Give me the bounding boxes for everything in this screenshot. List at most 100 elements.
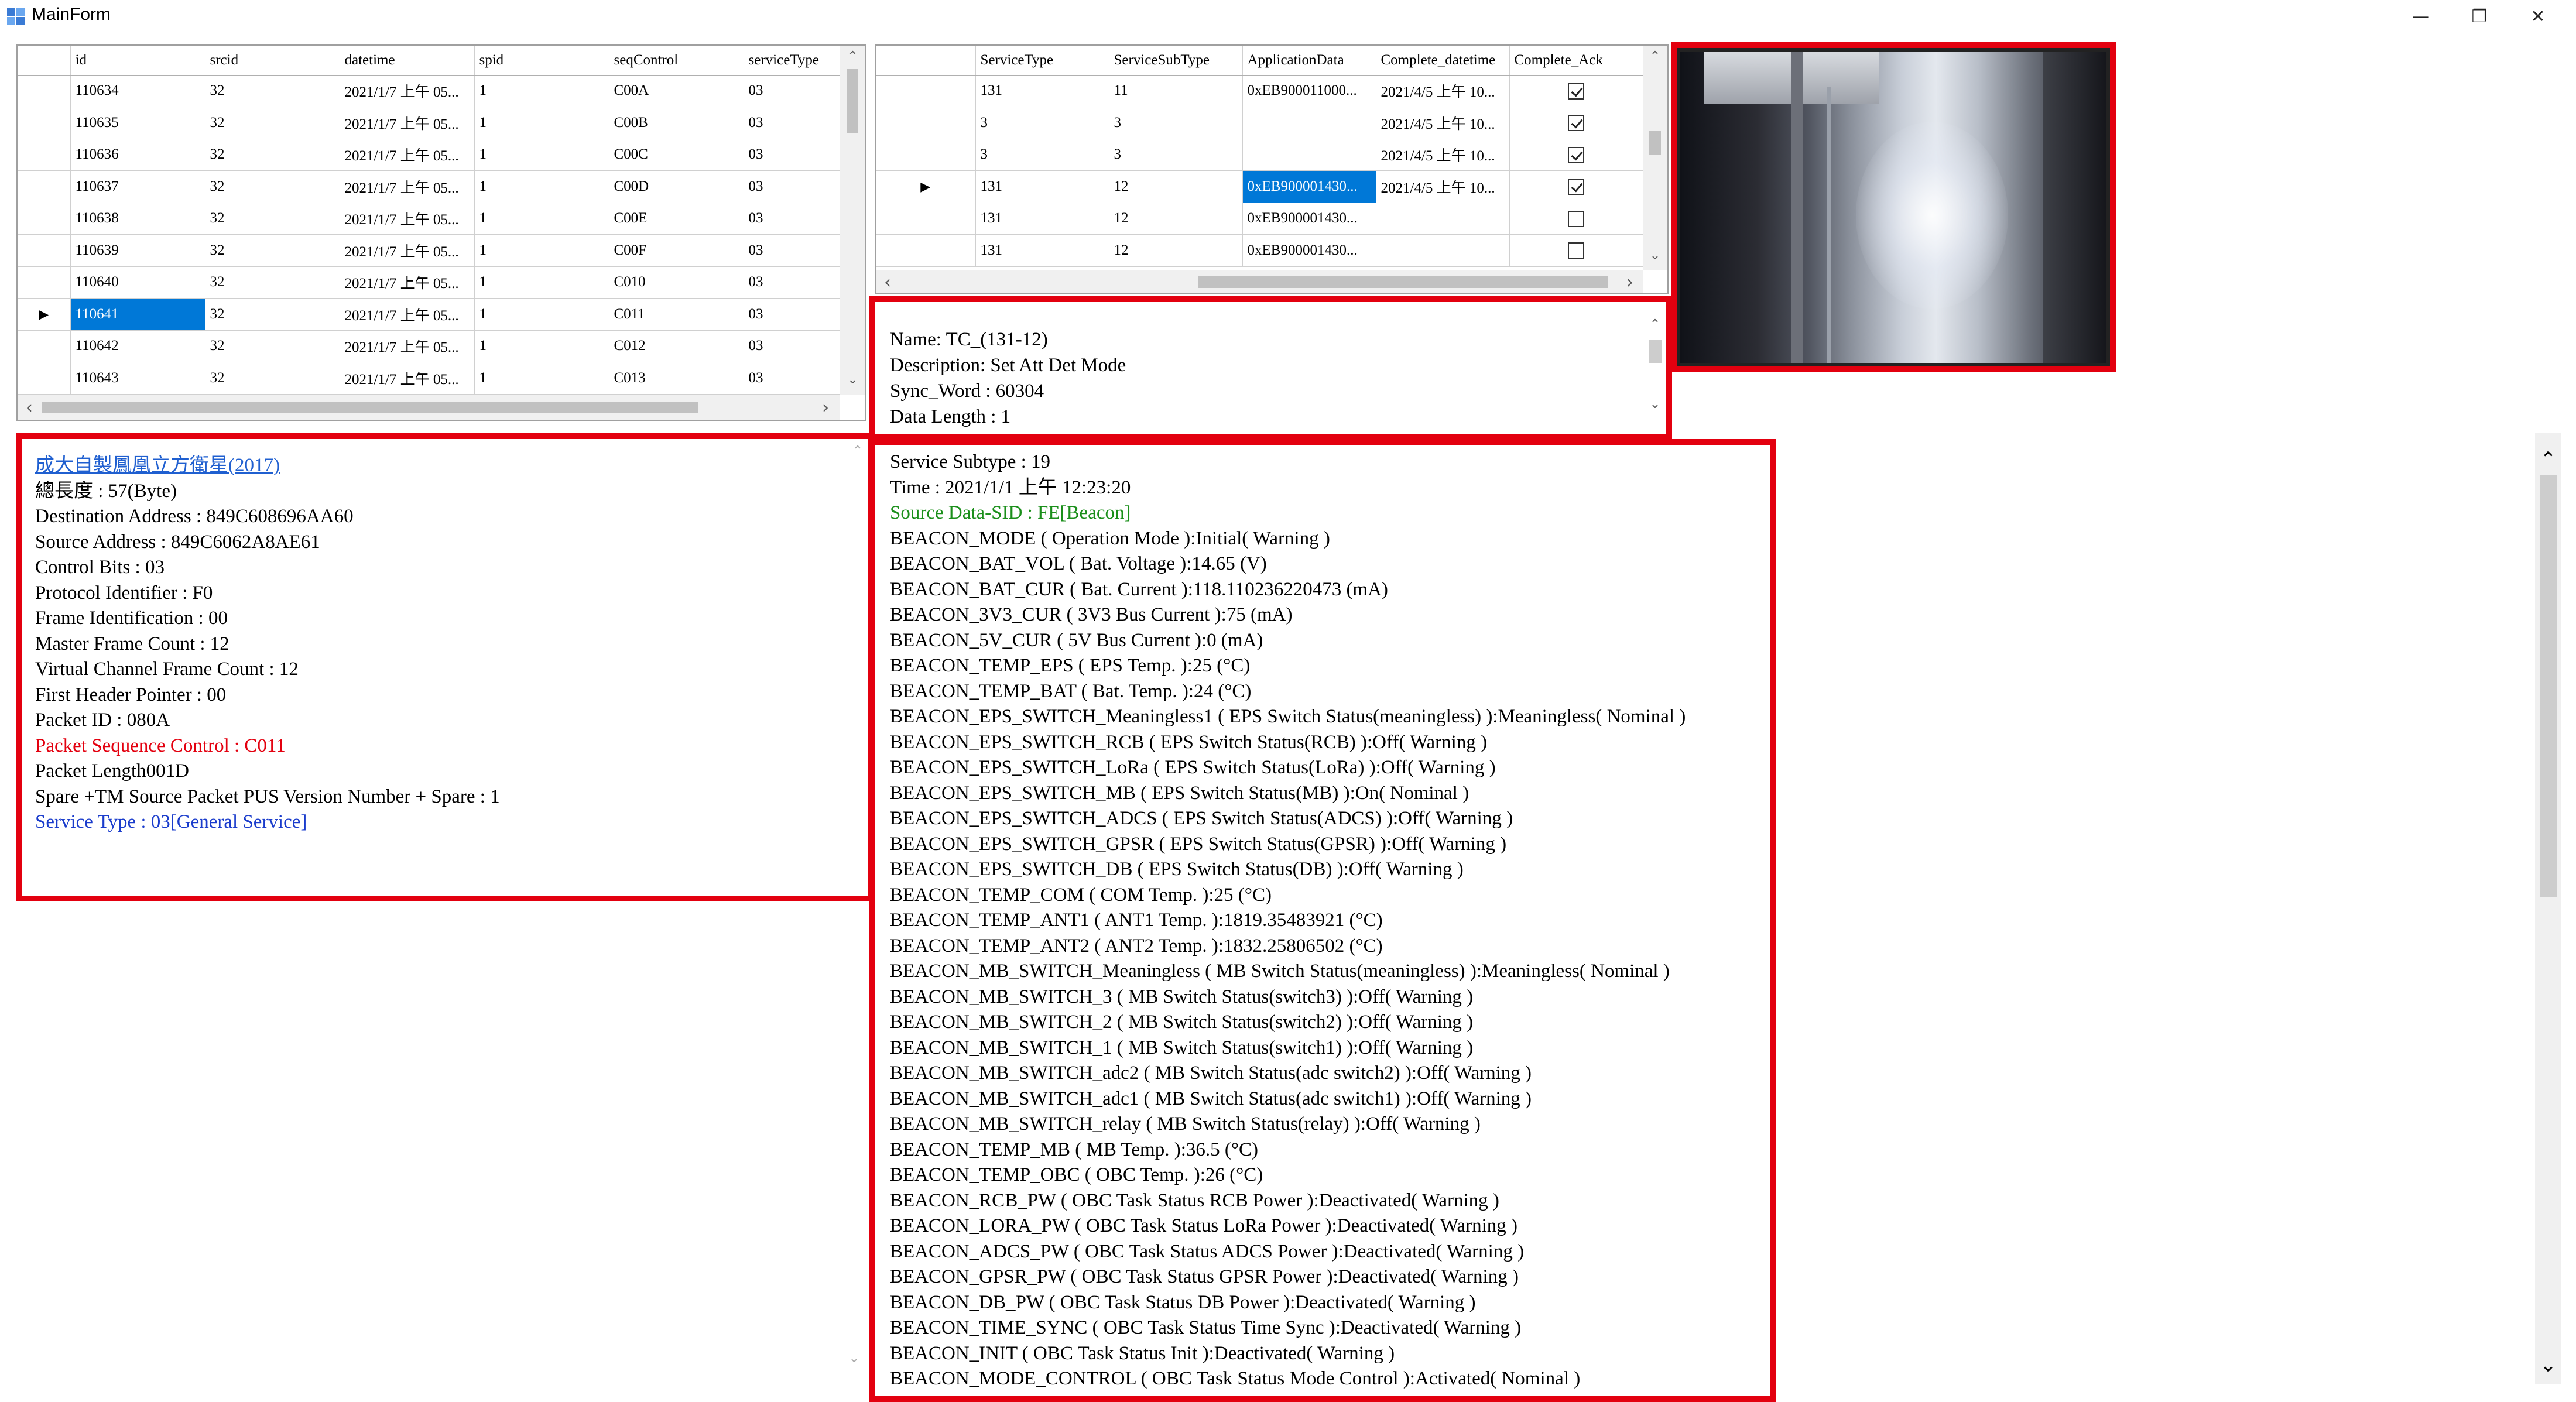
- ack-checkbox[interactable]: [1568, 115, 1584, 132]
- table-row[interactable]: 131 12 0xEB900001430...: [876, 234, 1643, 267]
- command-grid-hscroll[interactable]: ‹ ›: [876, 270, 1643, 293]
- table-row[interactable]: 110635 32 2021/1/7 上午 05... 1 C00B 03: [18, 107, 841, 139]
- row-header[interactable]: [876, 107, 976, 139]
- scroll-left-icon[interactable]: ‹: [876, 274, 899, 292]
- table-cell[interactable]: 32: [205, 107, 340, 139]
- table-cell[interactable]: 110642: [70, 330, 205, 362]
- command-grid-vscroll[interactable]: ⌃ ⌄: [1643, 46, 1667, 270]
- table-cell[interactable]: 1: [474, 234, 609, 267]
- table-row[interactable]: 131 12 0xEB900001430...: [876, 203, 1643, 235]
- table-cell[interactable]: 1: [474, 330, 609, 362]
- scroll-down-icon[interactable]: ⌄: [840, 373, 865, 386]
- scroll-right-icon[interactable]: ›: [1618, 274, 1642, 292]
- row-header[interactable]: ▶: [876, 170, 976, 203]
- table-cell[interactable]: 32: [205, 170, 340, 203]
- table-cell[interactable]: 1: [474, 266, 609, 299]
- table-cell[interactable]: C00A: [609, 75, 744, 107]
- table-cell[interactable]: 1: [474, 203, 609, 235]
- table-cell[interactable]: 3: [1109, 139, 1243, 171]
- table-cell[interactable]: 12: [1109, 203, 1243, 235]
- table-cell[interactable]: 1: [474, 170, 609, 203]
- table-cell[interactable]: C012: [609, 330, 744, 362]
- satellite-link[interactable]: 成大自製鳳凰立方衛星(2017): [35, 453, 868, 479]
- column-header-complete_ack[interactable]: Complete_Ack: [1509, 46, 1643, 76]
- row-header[interactable]: [18, 170, 71, 203]
- packet-grid[interactable]: id srcid datetime spid seqControl serviceType…: [16, 44, 866, 421]
- table-cell[interactable]: 2021/4/5 上午 10...: [1376, 170, 1510, 203]
- row-header[interactable]: [18, 203, 71, 235]
- table-cell[interactable]: 32: [205, 298, 340, 331]
- table-cell[interactable]: 03: [744, 234, 841, 267]
- table-cell[interactable]: C00E: [609, 203, 744, 235]
- table-cell[interactable]: 1: [474, 362, 609, 395]
- table-cell[interactable]: 12: [1109, 234, 1243, 267]
- scroll-down-icon[interactable]: ⌄: [1645, 398, 1665, 411]
- table-row[interactable]: 110636 32 2021/1/7 上午 05... 1 C00C 03: [18, 139, 841, 171]
- ack-cell[interactable]: [1509, 203, 1643, 235]
- table-cell[interactable]: 2021/1/7 上午 05...: [340, 75, 475, 107]
- table-cell[interactable]: 110643: [70, 362, 205, 395]
- table-cell[interactable]: 03: [744, 266, 841, 299]
- table-cell[interactable]: [1376, 234, 1510, 267]
- row-header[interactable]: [876, 203, 976, 235]
- table-cell[interactable]: 131: [975, 170, 1109, 203]
- table-cell[interactable]: 110635: [70, 107, 205, 139]
- table-cell[interactable]: 03: [744, 107, 841, 139]
- table-row[interactable]: 110642 32 2021/1/7 上午 05... 1 C012 03: [18, 330, 841, 362]
- table-cell[interactable]: 03: [744, 75, 841, 107]
- command-grid[interactable]: ServiceType ServiceSubType ApplicationData…: [875, 44, 1669, 294]
- row-header[interactable]: [876, 234, 976, 267]
- table-cell[interactable]: 32: [205, 362, 340, 395]
- row-header[interactable]: [18, 139, 71, 171]
- table-row[interactable]: 3 3 2021/4/5 上午 10...: [876, 139, 1643, 171]
- row-header[interactable]: [18, 330, 71, 362]
- scroll-up-icon[interactable]: ⌃: [1645, 318, 1665, 331]
- ack-checkbox[interactable]: [1568, 83, 1584, 100]
- table-cell[interactable]: C00C: [609, 139, 744, 171]
- table-cell[interactable]: C010: [609, 266, 744, 299]
- scroll-left-icon[interactable]: ‹: [18, 399, 41, 417]
- table-cell[interactable]: 2021/1/7 上午 05...: [340, 107, 475, 139]
- ack-checkbox[interactable]: [1568, 210, 1584, 227]
- table-cell[interactable]: 2021/1/7 上午 05...: [340, 266, 475, 299]
- scroll-down-icon[interactable]: ⌄: [844, 1352, 864, 1365]
- table-cell[interactable]: 2021/4/5 上午 10...: [1376, 139, 1510, 171]
- column-header-servicetype[interactable]: ServiceType: [975, 46, 1109, 76]
- table-cell[interactable]: 32: [205, 266, 340, 299]
- table-row[interactable]: 110637 32 2021/1/7 上午 05... 1 C00D 03: [18, 170, 841, 203]
- row-header[interactable]: [18, 75, 71, 107]
- row-header[interactable]: ▶: [18, 298, 71, 331]
- column-header-seqControl[interactable]: seqControl: [609, 46, 744, 76]
- column-header-srcid[interactable]: srcid: [205, 46, 340, 76]
- table-cell[interactable]: [1242, 139, 1376, 171]
- scroll-up-icon[interactable]: ⌃: [840, 50, 865, 63]
- ack-cell[interactable]: [1509, 234, 1643, 267]
- table-cell[interactable]: 0xEB900011000...: [1242, 75, 1376, 107]
- ack-checkbox[interactable]: [1568, 242, 1584, 259]
- table-cell[interactable]: 110640: [70, 266, 205, 299]
- packet-grid-hscroll[interactable]: ‹ ›: [18, 395, 840, 420]
- row-header[interactable]: [876, 139, 976, 171]
- table-cell[interactable]: 2021/1/7 上午 05...: [340, 234, 475, 267]
- column-header-complete_datetime[interactable]: Complete_datetime: [1376, 46, 1510, 76]
- table-cell[interactable]: 110636: [70, 139, 205, 171]
- table-cell[interactable]: 131: [975, 75, 1109, 107]
- table-cell[interactable]: C00D: [609, 170, 744, 203]
- command-grid-vscroll-thumb[interactable]: [1649, 131, 1661, 155]
- close-button[interactable]: ✕: [2500, 0, 2576, 33]
- scroll-down-icon[interactable]: ⌄: [1643, 249, 1667, 262]
- column-header-id[interactable]: id: [70, 46, 205, 76]
- table-cell[interactable]: 110634: [70, 75, 205, 107]
- ack-cell[interactable]: [1509, 170, 1643, 203]
- table-row[interactable]: 110640 32 2021/1/7 上午 05... 1 C010 03: [18, 266, 841, 299]
- table-cell[interactable]: 1: [474, 107, 609, 139]
- scroll-up-icon[interactable]: ⌃: [848, 445, 868, 458]
- table-cell[interactable]: 12: [1109, 170, 1243, 203]
- table-cell[interactable]: 131: [975, 203, 1109, 235]
- table-cell[interactable]: 03: [744, 139, 841, 171]
- table-row[interactable]: 110638 32 2021/1/7 上午 05... 1 C00E 03: [18, 203, 841, 235]
- table-cell[interactable]: C00F: [609, 234, 744, 267]
- packet-grid-vscroll[interactable]: ⌃ ⌄: [840, 46, 865, 395]
- column-header-serviceType[interactable]: serviceType: [744, 46, 841, 76]
- table-row[interactable]: 3 3 2021/4/5 上午 10...: [876, 107, 1643, 139]
